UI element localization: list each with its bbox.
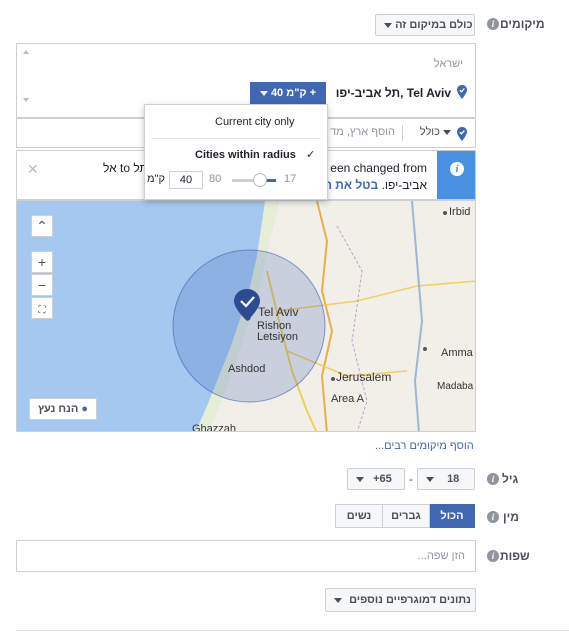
close-icon[interactable]: ✕ xyxy=(27,161,39,178)
slider-max-label: 80 xyxy=(209,173,222,185)
expand-icon: ⛶ xyxy=(38,305,46,316)
gender-all-button[interactable]: הכול xyxy=(429,504,475,528)
include-dropdown[interactable]: כולל xyxy=(420,126,451,138)
notice-text-left-1: אל to תל xyxy=(103,161,148,175)
chevron-down-icon xyxy=(426,476,434,482)
selected-city: תל אביב-יפו, Tel Aviv xyxy=(335,86,451,100)
map-label-ghazzah: Ghazzah xyxy=(192,423,237,432)
map-label-tel-aviv: Tel Aviv xyxy=(258,305,299,319)
age-label: גיל xyxy=(502,472,519,486)
check-icon: ✓ xyxy=(306,149,316,161)
age-min-dropdown[interactable]: 18 xyxy=(417,468,475,490)
chevron-down-icon xyxy=(259,90,268,96)
map-label-ashdod: Ashdod xyxy=(228,363,266,375)
slider-thumb[interactable] xyxy=(252,173,267,187)
age-info-icon[interactable]: i xyxy=(487,473,499,485)
radius-input[interactable]: 40 xyxy=(169,171,203,189)
fullscreen-button[interactable]: ⛶ xyxy=(31,297,53,319)
language-placeholder: הזן שפה... xyxy=(417,550,465,562)
option-cities-within-radius[interactable]: Cities within radius xyxy=(195,149,296,161)
gender-label: מין xyxy=(503,510,519,524)
minus-icon: − xyxy=(37,277,47,293)
notice-text-2: אביב-יפו. בטל את הי xyxy=(320,178,427,192)
add-location-input[interactable]: הוסף ארץ, מד xyxy=(330,126,395,138)
slider-min-label: 17 xyxy=(284,173,297,185)
radius-slider[interactable] xyxy=(232,173,276,187)
gender-men-button[interactable]: גברים xyxy=(382,504,430,528)
map-label-jerusalem: Jerusalem xyxy=(336,370,392,384)
location-map[interactable]: Tel Aviv Rishon Letsiyon Ashdod Jerusale… xyxy=(16,200,476,432)
zoom-in-button[interactable]: + xyxy=(31,251,53,273)
plus-icon: + xyxy=(37,254,47,270)
chevron-down-icon xyxy=(384,22,392,28)
divider xyxy=(402,125,403,141)
radius-popup: Current city only Cities within radius ✓… xyxy=(144,104,328,200)
add-bulk-locations-link[interactable]: הוסף מיקומים רבים... xyxy=(375,440,474,452)
map-label-irbid: Irbid xyxy=(449,206,471,218)
scrollbar[interactable] xyxy=(23,50,29,110)
location-pin-icon xyxy=(457,127,467,141)
country-group-label: ישראל xyxy=(433,58,463,70)
more-demographics-dropdown[interactable]: נתונים דמוגרפיים נוספים xyxy=(325,588,476,612)
info-icon: i xyxy=(450,162,464,176)
languages-info-icon[interactable]: i xyxy=(487,550,499,562)
map-collapse-button[interactable]: ⌃ xyxy=(31,215,53,237)
map-label-madaba: Madaba xyxy=(437,381,474,392)
option-current-city[interactable]: Current city only xyxy=(215,116,294,128)
notice-text-right-1: een changed from xyxy=(330,161,427,175)
zoom-out-button[interactable]: − xyxy=(31,274,53,296)
undo-link[interactable]: בטל את הי xyxy=(320,178,378,192)
language-input[interactable]: הזן שפה... xyxy=(16,540,476,572)
divider xyxy=(151,138,321,139)
gender-info-icon[interactable]: i xyxy=(487,511,499,523)
chevron-down-icon xyxy=(443,129,451,135)
location-pin-icon xyxy=(457,85,467,99)
chevron-up-icon: ⌃ xyxy=(36,218,48,234)
map-label-amman: Amma xyxy=(441,347,473,359)
radius-chip-button[interactable]: 40 ק"מ + xyxy=(250,82,326,104)
locations-label: מיקומים xyxy=(500,17,545,31)
notice-info-block: i xyxy=(437,151,475,199)
location-scope-dropdown[interactable]: כולם במיקום זה xyxy=(375,14,475,36)
chevron-down-icon xyxy=(356,476,364,482)
languages-label: שפות xyxy=(500,549,530,563)
age-separator: - xyxy=(409,472,413,486)
map-label-area-a: Area A xyxy=(331,393,365,405)
pin-icon: ● xyxy=(81,403,89,415)
unit-label: ק"מ xyxy=(147,173,165,185)
age-max-dropdown[interactable]: +65 xyxy=(347,468,405,490)
map-label-letsiyon: Letsiyon xyxy=(257,331,298,343)
drop-pin-button[interactable]: הנח נעץ ● xyxy=(29,398,98,420)
divider xyxy=(16,630,569,631)
radius-controls: ק"מ 40 80 17 xyxy=(145,168,327,198)
chevron-down-icon xyxy=(334,597,342,603)
locations-info-icon[interactable]: i xyxy=(487,18,499,30)
gender-women-button[interactable]: נשים xyxy=(335,504,383,528)
